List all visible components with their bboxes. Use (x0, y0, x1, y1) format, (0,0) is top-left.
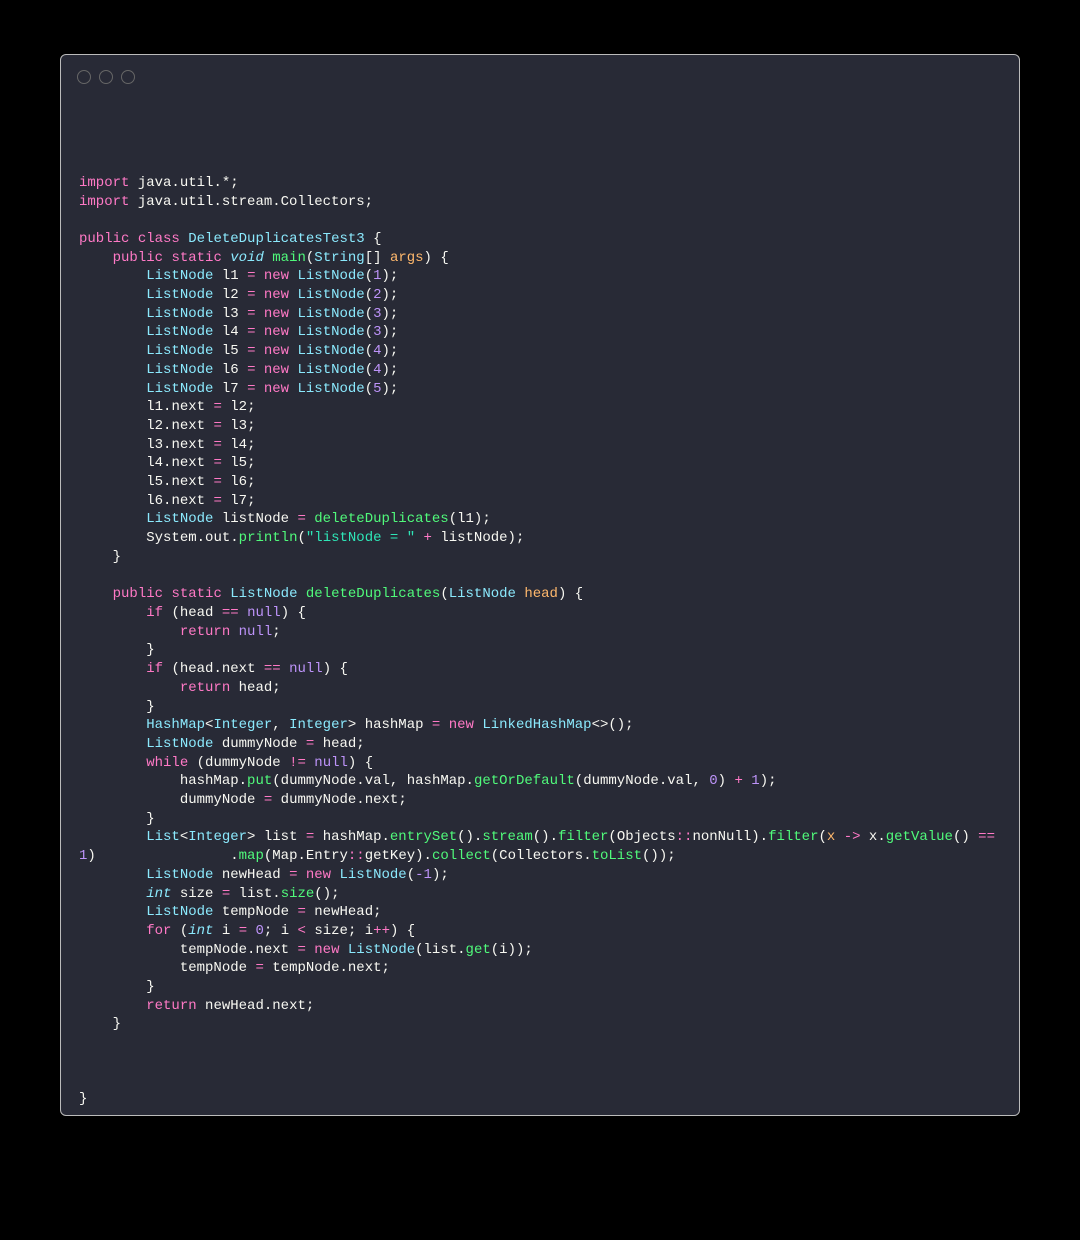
minimize-icon[interactable] (99, 70, 113, 84)
title-bar (61, 55, 1019, 99)
zoom-icon[interactable] (121, 70, 135, 84)
code-content: import java.util.*; import java.util.str… (61, 99, 1019, 1127)
close-icon[interactable] (77, 70, 91, 84)
code-window: import java.util.*; import java.util.str… (60, 54, 1020, 1116)
